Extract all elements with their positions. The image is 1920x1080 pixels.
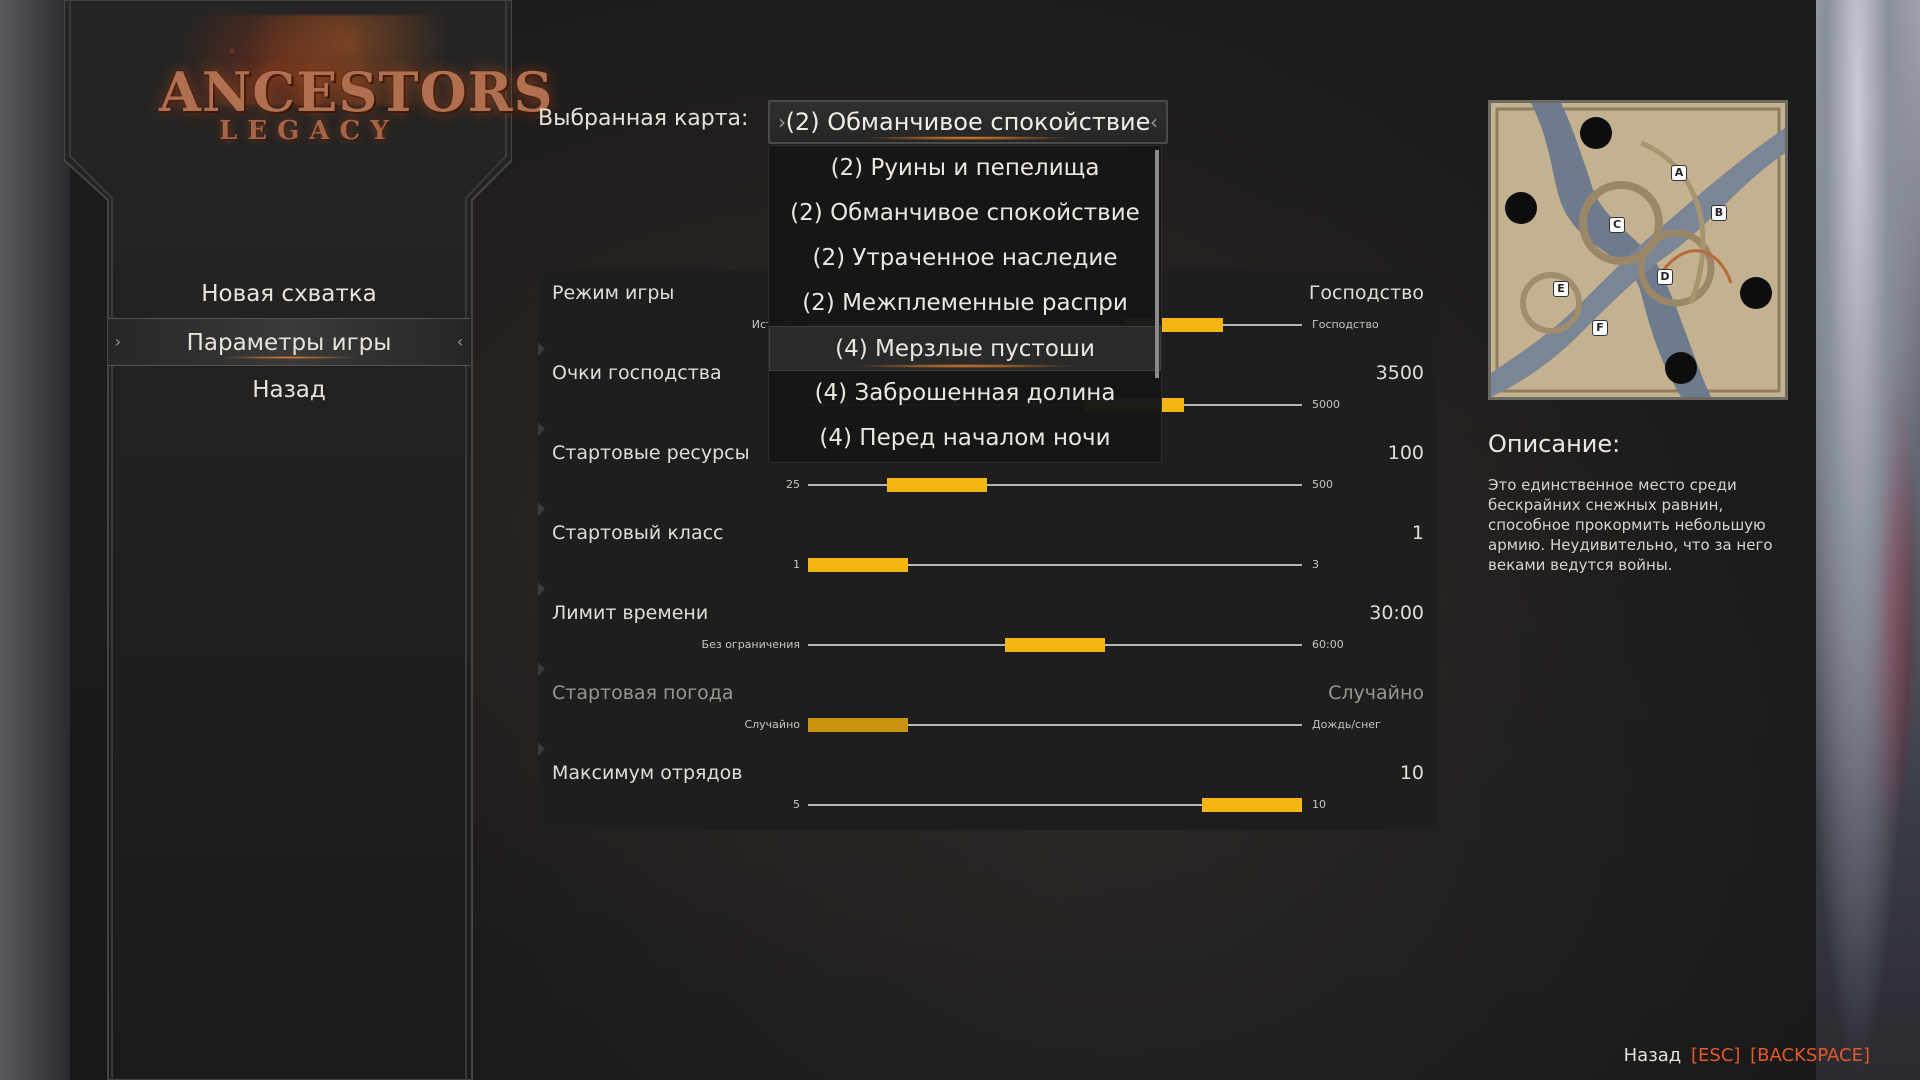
back-hint-label: Назад [1623, 1045, 1682, 1066]
starting-weather-slider [808, 718, 1302, 732]
max-squads-slider[interactable] [808, 798, 1302, 812]
slider-min-label: 25 [786, 478, 800, 491]
dropdown-scrollbar[interactable] [1155, 150, 1159, 378]
slider-min-label: 5 [793, 798, 800, 811]
back-hint[interactable]: Назад [ESC] [BACKSPACE] [1624, 1045, 1870, 1066]
slider-thumb[interactable] [887, 478, 987, 492]
slider-max-label: 3 [1312, 558, 1319, 571]
menu-item-game-settings[interactable]: › Параметры игры ‹ [108, 318, 470, 366]
slider-min-label: Без ограничения [701, 638, 800, 651]
background-right [1816, 0, 1920, 1080]
game-logo: ANCESTORS LEGACY [159, 60, 554, 180]
slider-min-label: 1 [793, 558, 800, 571]
menu-item-label: Новая схватка [201, 281, 377, 307]
chevron-right-icon: › [778, 110, 786, 134]
slider-thumb[interactable] [808, 558, 908, 572]
setting-starting-weather: Стартовая погода Случайно Случайно Дождь… [538, 670, 1438, 756]
setting-value: 10 [1399, 762, 1424, 784]
setting-value: Господство [1308, 282, 1424, 304]
setting-starting-class: Стартовый класс 1 1 3 [538, 510, 1438, 596]
setting-label: Стартовые ресурсы [552, 442, 750, 464]
map-select-label: Выбранная карта: [538, 106, 749, 131]
menu-item-label: Параметры игры [186, 330, 392, 356]
slider-max-label: 60:00 [1312, 638, 1344, 651]
map-preview-image [1491, 103, 1785, 397]
slider-thumb[interactable] [1005, 638, 1105, 652]
slider-max-label: Господство [1312, 318, 1379, 331]
slider-track [808, 484, 1302, 486]
map-option[interactable]: (2) Руины и пепелища [769, 146, 1161, 191]
chevron-right-icon: › [114, 332, 122, 351]
base-marker-a: A [1671, 165, 1687, 181]
base-marker-f: F [1592, 320, 1608, 336]
map-options-list: (2) Руины и пепелища (2) Обманчивое спок… [768, 145, 1162, 463]
base-marker-b: B [1711, 205, 1727, 221]
setting-time-limit: Лимит времени 30:00 Без ограничения 60:0… [538, 590, 1438, 676]
base-marker-d: D [1657, 269, 1673, 285]
setting-label: Очки господства [552, 362, 722, 384]
slider-max-label: 500 [1312, 478, 1333, 491]
map-option[interactable]: (2) Утраченное наследие [769, 236, 1161, 281]
esc-key-hint: [ESC] [1691, 1045, 1741, 1066]
menu-item-back[interactable]: Назад [108, 366, 470, 414]
slider-thumb [808, 718, 908, 732]
setting-label: Режим игры [552, 282, 675, 304]
logo-title: ANCESTORS [159, 60, 554, 124]
base-marker-e: E [1553, 281, 1569, 297]
chevron-left-icon: ‹ [1150, 110, 1158, 134]
slider-max-label: 10 [1312, 798, 1326, 811]
setting-label: Максимум отрядов [552, 762, 743, 784]
backspace-key-hint: [BACKSPACE] [1750, 1045, 1870, 1066]
slider-min-label: Случайно [744, 718, 800, 731]
side-panel: ANCESTORS LEGACY [64, 0, 554, 1080]
map-option[interactable]: (2) Межплеменные распри [769, 281, 1161, 326]
setting-value: 100 [1387, 442, 1424, 464]
map-option[interactable]: (2) Обманчивое спокойствие [769, 191, 1161, 236]
description-text: Это единственное место среди бескрайних … [1488, 476, 1773, 574]
setting-max-squads: Максимум отрядов 10 5 10 [538, 750, 1438, 830]
setting-value: 1 [1411, 522, 1424, 544]
map-preview: A B C D E F [1488, 100, 1788, 400]
base-marker-c: C [1609, 217, 1625, 233]
starting-resources-slider[interactable] [808, 478, 1302, 492]
map-option-hovered[interactable]: (4) Мерзлые пустоши [769, 326, 1161, 371]
map-select-dropdown[interactable]: › (2) Обманчивое спокойствие ‹ [768, 100, 1168, 144]
setting-label: Стартовый класс [552, 522, 724, 544]
map-select-value: (2) Обманчивое спокойствие [785, 108, 1151, 136]
starting-class-slider[interactable] [808, 558, 1302, 572]
setting-value: 3500 [1375, 362, 1424, 384]
description-title: Описание: [1488, 430, 1621, 458]
slider-max-label: 5000 [1312, 398, 1340, 411]
main-menu: Новая схватка › Параметры игры ‹ Назад [108, 270, 470, 414]
menu-item-new-battle[interactable]: Новая схватка [108, 270, 470, 318]
chevron-left-icon: ‹ [456, 332, 464, 351]
setting-value: 30:00 [1369, 602, 1424, 624]
menu-item-label: Назад [252, 377, 326, 403]
setting-label: Лимит времени [552, 602, 709, 624]
setting-label: Стартовая погода [552, 682, 734, 704]
map-option[interactable]: (4) Перед началом ночи [769, 416, 1161, 461]
setting-value: Случайно [1328, 682, 1424, 704]
slider-thumb[interactable] [1202, 798, 1302, 812]
time-limit-slider[interactable] [808, 638, 1302, 652]
background-left [0, 0, 70, 1080]
slider-max-label: Дождь/снег [1312, 718, 1381, 731]
map-option[interactable]: (4) Заброшенная долина [769, 371, 1161, 416]
